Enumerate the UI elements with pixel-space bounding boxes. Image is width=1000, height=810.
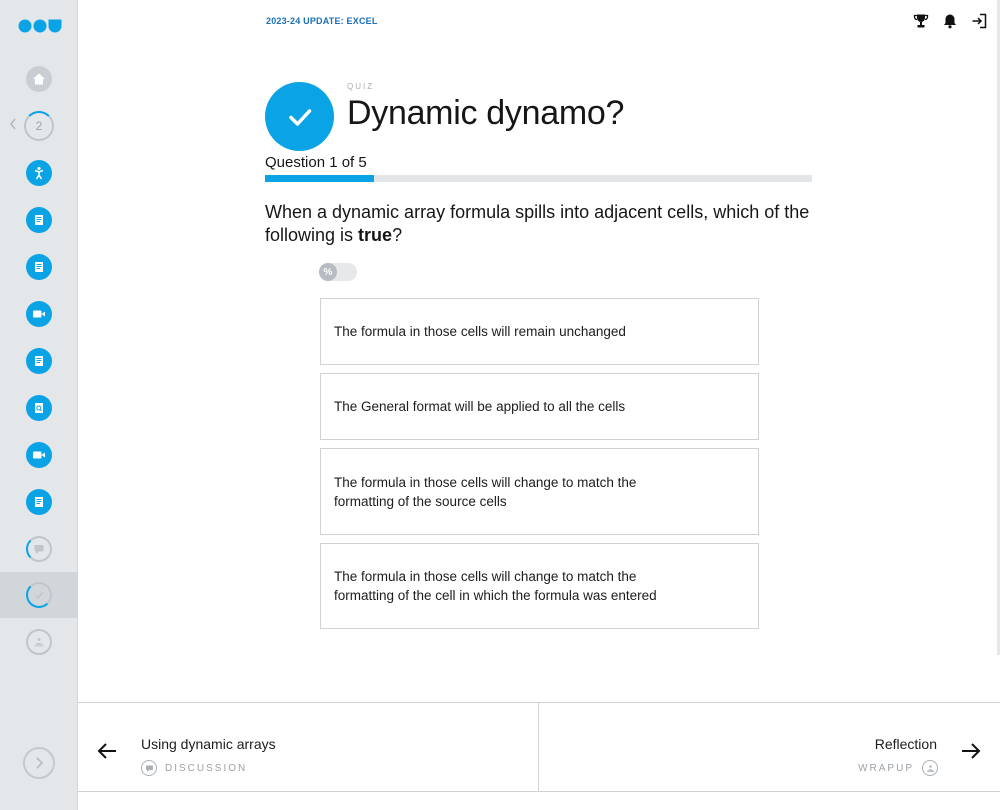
module-progress-icon: 2 [24,111,54,141]
answer-option-2[interactable]: The General format will be applied to al… [320,373,759,440]
checkmark-icon [288,108,311,126]
app-logo[interactable] [18,18,62,34]
sidebar-item-activity[interactable] [0,150,78,196]
prev-lesson-type: DISCUSSION [141,760,247,776]
question-counter: Question 1 of 5 [265,154,367,171]
prev-lesson-link[interactable]: Using dynamic arrays [141,736,276,752]
next-lesson-type-label: WRAPUP [858,762,914,774]
wrapup-icon [26,629,52,655]
answer-option-1[interactable]: The formula in those cells will remain u… [320,298,759,365]
next-lesson-link[interactable]: Reflection [875,736,937,752]
search-document-icon [26,395,52,421]
wrapup-icon [922,760,938,776]
percent-toggle[interactable]: % [319,263,357,281]
sidebar-nav: 2 [0,0,78,810]
sidebar-item-wrapup[interactable] [0,619,78,665]
document-icon [26,348,52,374]
sidebar-item-discussion[interactable] [0,526,78,572]
percent-toggle-knob: % [319,263,337,281]
answer-option-3[interactable]: The formula in those cells will change t… [320,448,759,535]
course-title[interactable]: 2023-24 UPDATE: EXCEL [266,16,378,26]
footer-bottom-border [78,791,1000,792]
quiz-check-icon [26,582,52,608]
discussion-icon [141,760,157,776]
video-icon [26,442,52,468]
activity-figure-icon [26,160,52,186]
sidebar-item-reading-4[interactable] [0,479,78,525]
discussion-icon [26,536,52,562]
arrow-right-icon[interactable] [960,740,982,762]
sidebar-item-reading-3[interactable] [0,338,78,384]
question-text: When a dynamic array formula spills into… [265,201,825,247]
module-number: 2 [35,119,43,133]
chevron-right-icon [36,757,44,769]
question-end: ? [392,225,403,245]
quiz-progress-fill [265,175,375,182]
footer-nav [78,702,1000,810]
answer-option-label: The formula in those cells will change t… [334,569,657,603]
top-toolbar [912,11,988,31]
sidebar-item-reading-1[interactable] [0,197,78,243]
answer-option-4[interactable]: The formula in those cells will change t… [320,543,759,629]
logout-icon[interactable] [970,11,988,31]
question-emphasis: true [358,225,393,245]
next-lesson-type: WRAPUP [858,760,938,776]
question-main: When a dynamic array formula spills into… [265,202,810,245]
answer-option-label: The General format will be applied to al… [334,399,626,414]
arrow-left-icon[interactable] [96,740,118,762]
sidebar-next-button[interactable] [23,747,55,779]
sidebar-item-module[interactable]: 2 [0,103,78,149]
sidebar-item-video-1[interactable] [0,291,78,337]
footer-divider [538,702,539,792]
sidebar-item-video-2[interactable] [0,432,78,478]
answer-option-label: The formula in those cells will remain u… [334,324,626,339]
home-icon [26,66,52,92]
notification-bell-icon[interactable] [941,11,959,31]
page-title: Dynamic dynamo? [347,94,625,132]
trophy-icon[interactable] [912,11,930,31]
answer-option-label: The formula in those cells will change t… [334,474,637,509]
prev-lesson-type-label: DISCUSSION [165,762,248,774]
sidebar-item-home[interactable] [0,56,78,102]
quiz-progress-bar [265,175,812,182]
quiz-kicker: QUIZ [347,82,375,91]
sidebar-item-quiz[interactable] [0,572,78,618]
document-icon [26,489,52,515]
document-icon [26,207,52,233]
document-icon [26,254,52,280]
video-icon [26,301,52,327]
sidebar-item-reading-2[interactable] [0,244,78,290]
quiz-check-badge [265,82,334,151]
sidebar-item-exercise[interactable] [0,385,78,431]
